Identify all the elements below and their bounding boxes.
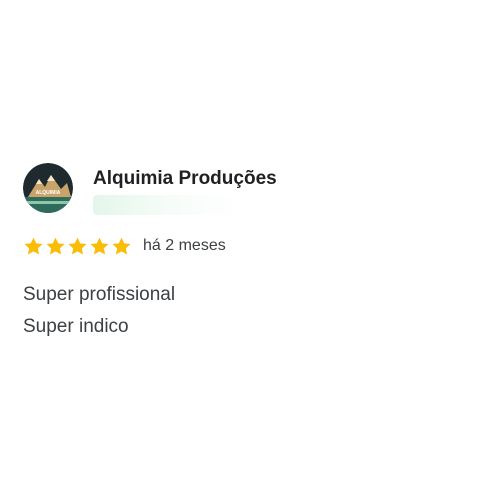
review-text-line: Super profissional (23, 284, 176, 305)
review-header: ALQUIMIA Alquimia Produções (23, 163, 463, 221)
star-icon (24, 237, 43, 255)
author-meta-highlight (93, 195, 243, 215)
review-text-line: Super indico (23, 316, 129, 337)
avatar[interactable]: ALQUIMIA (23, 163, 73, 213)
star-icon (90, 237, 109, 255)
author-block: Alquimia Produções (93, 167, 277, 215)
review-text: Super profissional Super indico (23, 279, 463, 343)
star-icon (46, 237, 65, 255)
review-time: há 2 meses (143, 237, 226, 254)
review-card: ALQUIMIA Alquimia Produções há 2 meses S… (23, 163, 463, 343)
avatar-logo-text: ALQUIMIA (36, 190, 61, 196)
star-rating (23, 236, 132, 257)
author-name[interactable]: Alquimia Produções (93, 167, 277, 191)
star-icon (112, 237, 131, 255)
star-icon (68, 237, 87, 255)
rating-row: há 2 meses (23, 234, 463, 258)
mountain-logo-icon: ALQUIMIA (23, 163, 73, 213)
